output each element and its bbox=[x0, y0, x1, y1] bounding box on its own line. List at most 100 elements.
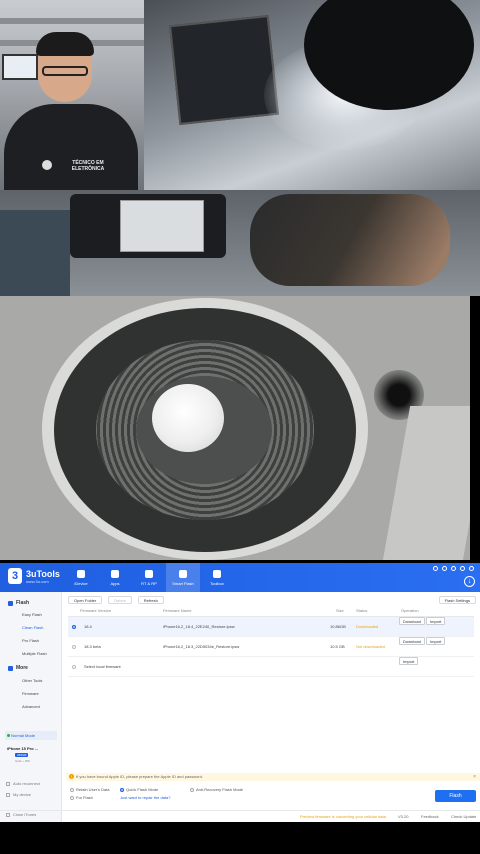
row-name: iPhone16,2_18.4_22E240_Restore.ipsw bbox=[163, 624, 235, 629]
technician-hand bbox=[250, 194, 450, 286]
row-version: 18.4 bbox=[84, 624, 92, 629]
sidebar-item-firmware[interactable]: Firmware bbox=[22, 691, 39, 696]
device-card[interactable]: Normal Mode iPhone 15 Pro ... 256GB Gold… bbox=[5, 731, 57, 773]
nav-idevice[interactable]: iDevice bbox=[64, 563, 98, 592]
preview-notice: Preview firmware is converting your cell… bbox=[300, 814, 386, 819]
cable-bundle bbox=[0, 210, 70, 296]
settings-icon[interactable] bbox=[433, 566, 438, 571]
speaker-dome bbox=[152, 384, 224, 452]
radio[interactable] bbox=[70, 787, 74, 792]
close-icon[interactable]: × bbox=[473, 773, 476, 781]
presenter-glasses bbox=[42, 66, 88, 76]
nav-smart-flash[interactable]: Smart Flash bbox=[166, 563, 200, 592]
sidebar-group-flash[interactable]: Flash bbox=[8, 600, 29, 606]
nav-rt-rp[interactable]: RT & RP bbox=[132, 563, 166, 592]
brand: 3 3uTools www.3u.com bbox=[8, 568, 60, 584]
device-capacity-badge: 256GB bbox=[15, 753, 29, 757]
nav-apps[interactable]: Apps bbox=[98, 563, 132, 592]
parts-tray bbox=[169, 15, 279, 125]
status-footer: Preview firmware is converting your cell… bbox=[0, 810, 480, 822]
sidebar-item-other-tools[interactable]: Other Tools bbox=[22, 678, 42, 683]
auto-reconnect-option[interactable]: Auto reconnect bbox=[6, 781, 40, 786]
window-controls bbox=[433, 566, 474, 571]
menu-icon[interactable] bbox=[442, 566, 447, 571]
flash-button[interactable]: Flash bbox=[435, 790, 476, 802]
flash-icon bbox=[179, 569, 187, 578]
quick-flash-option[interactable]: Quick Flash Mode bbox=[120, 787, 158, 792]
flash-settings-button[interactable]: Flash Settings bbox=[438, 596, 476, 604]
refresh-button[interactable]: Refresh bbox=[137, 596, 164, 604]
table-header: Firmware Version Firmware Name Size Stat… bbox=[68, 608, 474, 617]
for-flash-option[interactable]: For Flash bbox=[70, 795, 93, 800]
sidebar-item-easy-flash[interactable]: Easy Flash bbox=[22, 612, 42, 617]
apple-logo-icon bbox=[42, 160, 52, 170]
row-size: 10.86GB bbox=[330, 624, 346, 629]
table-row[interactable]: Select local firmware Import bbox=[68, 657, 474, 677]
import-button[interactable]: Import bbox=[426, 637, 446, 645]
import-button[interactable]: Import bbox=[426, 617, 446, 625]
warning-text: If you have bound Apple ID, please prepa… bbox=[76, 774, 203, 779]
camera-feed-top: TÉCNICO EM ELETRÔNICA bbox=[0, 0, 480, 296]
row-radio[interactable] bbox=[72, 645, 76, 649]
radio[interactable] bbox=[120, 787, 124, 792]
main-nav: iDevice Apps RT & RP Smart Flash Toolbox bbox=[64, 563, 234, 592]
table-row[interactable]: 18.3 beta iPhone16,2_18.3_22D5034e_Resto… bbox=[68, 637, 474, 657]
download-button[interactable]: Download bbox=[399, 617, 425, 625]
anti-recovery-option[interactable]: Anti-Recovery Flash Mode bbox=[190, 787, 243, 792]
radio[interactable] bbox=[190, 787, 194, 792]
delete-button[interactable]: Delete bbox=[108, 596, 132, 604]
row-version: 18.3 beta bbox=[84, 644, 101, 649]
row-status: Not downloaded bbox=[356, 644, 385, 649]
download-icon[interactable]: ↓ bbox=[464, 576, 475, 587]
repair-data-link[interactable]: Just want to repair the data? bbox=[120, 795, 170, 800]
toolbox-icon bbox=[213, 569, 221, 578]
sidebar-group-more[interactable]: More bbox=[8, 665, 28, 671]
black-edge bbox=[470, 296, 480, 560]
minimize-icon[interactable] bbox=[451, 566, 456, 571]
apps-icon bbox=[111, 569, 119, 578]
workbench-view bbox=[144, 0, 480, 190]
row-radio[interactable] bbox=[72, 625, 76, 629]
sidebar-item-clean-flash[interactable]: Clean Flash bbox=[22, 625, 43, 630]
brand-name: 3uTools bbox=[26, 568, 60, 579]
import-local-button[interactable]: Import bbox=[399, 657, 419, 665]
logic-board bbox=[120, 200, 204, 252]
device-name: iPhone 15 Pro ... bbox=[7, 746, 39, 751]
3utools-logo-icon: 3 bbox=[8, 568, 22, 584]
row-size: 10.5 GB bbox=[330, 644, 345, 649]
nav-toolbox[interactable]: Toolbox bbox=[200, 563, 234, 592]
checkbox[interactable] bbox=[6, 781, 10, 786]
device-details: Gold + 256 bbox=[15, 759, 30, 763]
ringtone-icon bbox=[145, 569, 153, 578]
radio[interactable] bbox=[70, 795, 74, 800]
sidebar: Flash Easy Flash Clean Flash Pro Flash M… bbox=[0, 592, 62, 822]
phone-repair-view bbox=[0, 190, 480, 296]
sidebar-item-multiple-flash[interactable]: Multiple Flash bbox=[22, 651, 47, 656]
presenter-hair bbox=[36, 32, 94, 56]
maximize-icon[interactable] bbox=[460, 566, 465, 571]
table-row[interactable]: 18.4 iPhone16,2_18.4_22E240_Restore.ipsw… bbox=[68, 617, 474, 637]
col-size: Size bbox=[336, 608, 344, 613]
select-local-firmware: Select local firmware bbox=[84, 664, 121, 669]
my-device-option[interactable]: My device bbox=[6, 792, 31, 797]
check-update-link[interactable]: Check Update bbox=[451, 814, 476, 819]
close-icon[interactable] bbox=[469, 566, 474, 571]
open-folder-button[interactable]: Open Folder bbox=[68, 596, 103, 604]
col-firmware-name: Firmware Name bbox=[163, 608, 192, 613]
row-radio[interactable] bbox=[72, 665, 76, 669]
col-status: Status bbox=[356, 608, 368, 613]
app-header: 3 3uTools www.3u.com iDevice Apps RT & R bbox=[0, 563, 480, 592]
3utools-window: 3 3uTools www.3u.com iDevice Apps RT & R bbox=[0, 563, 480, 822]
col-firmware-version: Firmware Version bbox=[80, 608, 112, 613]
presenter-shirt bbox=[4, 104, 138, 190]
checkbox[interactable] bbox=[6, 792, 10, 797]
sidebar-item-pro-flash[interactable]: Pro Flash bbox=[22, 638, 39, 643]
background-monitor bbox=[2, 54, 38, 80]
sidebar-item-advanced[interactable]: Advanced bbox=[22, 704, 40, 709]
row-name: iPhone16,2_18.3_22D5034e_Restore.ipsw bbox=[163, 644, 240, 649]
feedback-link[interactable]: Feedback bbox=[421, 814, 439, 819]
shirt-text: TÉCNICO EM ELETRÔNICA bbox=[71, 160, 105, 172]
firmware-table: Firmware Version Firmware Name Size Stat… bbox=[68, 608, 474, 677]
retain-data-option[interactable]: Retain User's Data bbox=[70, 787, 109, 792]
download-button[interactable]: Download bbox=[399, 637, 425, 645]
